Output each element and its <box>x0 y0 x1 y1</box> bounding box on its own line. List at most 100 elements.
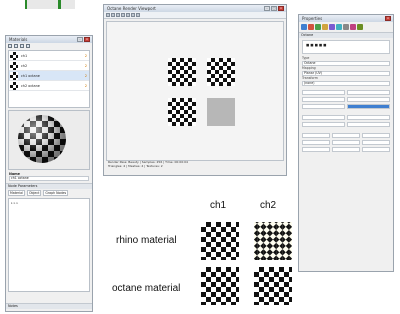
materials-panel-title: Materials <box>9 37 28 42</box>
row-label-rhino: rhino material <box>116 235 177 246</box>
material-usage-badge: 2 <box>84 73 87 78</box>
add-material-icon[interactable] <box>8 44 12 48</box>
tab-strip: Material Object Graph Nodes <box>6 189 92 197</box>
refresh-icon[interactable] <box>121 13 125 17</box>
texture-icon[interactable] <box>315 24 321 30</box>
numeric-field[interactable] <box>302 122 345 127</box>
close-button[interactable]: × <box>84 37 90 42</box>
numeric-field[interactable] <box>302 133 330 138</box>
numeric-field[interactable] <box>347 104 390 109</box>
numeric-field[interactable] <box>302 147 330 152</box>
material-list-item[interactable]: ch1 2 <box>9 51 89 61</box>
section-header[interactable]: Notes <box>6 303 92 309</box>
environment-icon[interactable] <box>336 24 342 30</box>
properties-titlebar: Properties × <box>299 15 393 22</box>
desktop-panel <box>27 0 75 9</box>
material-list-item[interactable]: ch2 2 <box>9 61 89 71</box>
viewport-status: Render Pass: Beauty | Samples: 256 | Tim… <box>106 160 284 172</box>
checker-plane <box>168 98 196 126</box>
preview-sphere <box>18 115 66 163</box>
numeric-field[interactable] <box>332 133 360 138</box>
mesh-icon[interactable] <box>343 24 349 30</box>
viewport-toolbar <box>104 12 286 19</box>
material-preview <box>8 110 90 170</box>
delete-icon[interactable] <box>20 44 24 48</box>
light-icon[interactable] <box>322 24 328 30</box>
numeric-field[interactable] <box>302 90 345 95</box>
section-header[interactable]: Octane <box>299 32 393 38</box>
close-button[interactable]: × <box>385 16 391 21</box>
material-list-item[interactable]: ch1 octane 2 <box>9 71 89 81</box>
material-swatch <box>10 71 18 80</box>
rhino-ch1-tile <box>201 222 239 260</box>
numeric-field[interactable] <box>302 97 345 102</box>
numeric-field[interactable] <box>347 97 390 102</box>
row-label-octane: octane material <box>112 283 181 294</box>
checker-plane <box>207 58 235 86</box>
numeric-field[interactable] <box>362 133 390 138</box>
tree-placeholder: ▸ ▸ ▸ <box>11 201 19 206</box>
material-usage-badge: 2 <box>84 63 87 68</box>
materials-toolbar <box>6 43 92 49</box>
viewport-title: Octane Render Viewport <box>107 6 156 11</box>
material-name-field[interactable]: ch1 octane <box>9 176 89 182</box>
numeric-field[interactable] <box>302 115 345 120</box>
material-name: ch1 octane <box>21 73 40 78</box>
render-icon[interactable] <box>329 24 335 30</box>
render-canvas[interactable] <box>106 21 284 161</box>
numeric-field[interactable] <box>362 147 390 152</box>
material-icon[interactable] <box>308 24 314 30</box>
numeric-field[interactable] <box>347 122 390 127</box>
maximize-button[interactable]: □ <box>271 6 277 11</box>
numeric-grid <box>299 90 393 109</box>
numeric-field[interactable] <box>347 115 390 120</box>
numeric-grid <box>299 115 393 127</box>
stop-icon[interactable] <box>111 13 115 17</box>
column-header-ch1: ch1 <box>210 200 227 211</box>
numeric-field[interactable] <box>347 90 390 95</box>
properties-title: Properties <box>302 16 323 21</box>
octane-ch2-tile <box>254 267 292 305</box>
numeric-field[interactable] <box>332 147 360 152</box>
pause-icon[interactable] <box>116 13 120 17</box>
materials-panel: Materials – × ch1 2 ch2 2 ch1 octane 2 ch2 o… <box>5 35 93 312</box>
material-list-item[interactable]: ch2 octane 2 <box>9 81 89 91</box>
tab-graph-nodes[interactable]: Graph Nodes <box>43 190 69 197</box>
material-name: ch1 <box>21 53 28 58</box>
desktop-divider <box>58 0 61 9</box>
material-usage-badge: 2 <box>84 83 87 88</box>
numeric-field[interactable] <box>302 104 345 109</box>
camera-icon[interactable] <box>126 13 130 17</box>
object-icon[interactable] <box>301 24 307 30</box>
settings-icon[interactable] <box>136 13 140 17</box>
render-icon[interactable] <box>106 13 110 17</box>
numeric-field[interactable] <box>362 140 390 145</box>
column-header-ch2: ch2 <box>260 200 277 211</box>
decal-icon[interactable] <box>350 24 356 30</box>
close-button[interactable]: × <box>278 6 284 11</box>
octane-ch1-tile <box>201 267 239 305</box>
minimize-button[interactable]: – <box>77 37 83 42</box>
properties-panel: Properties × Octane ■ ■ ■ ■ ■ Type Octan… <box>298 14 394 272</box>
camera-icon[interactable] <box>357 24 363 30</box>
duplicate-icon[interactable] <box>14 44 18 48</box>
property-list: ■ ■ ■ ■ ■ <box>302 40 390 54</box>
viewport-titlebar: Octane Render Viewport – □ × <box>104 5 286 12</box>
desktop-divider <box>25 0 27 9</box>
material-list: ch1 2 ch2 2 ch1 octane 2 ch2 octane 2 <box>8 50 90 108</box>
tab-material[interactable]: Material <box>8 190 25 197</box>
transform-field[interactable]: (none) <box>302 81 390 86</box>
minimize-button[interactable]: – <box>264 6 270 11</box>
properties-icon-row <box>299 22 393 32</box>
menu-icon[interactable] <box>26 44 30 48</box>
numeric-field[interactable] <box>302 140 330 145</box>
numeric-grid <box>299 133 393 152</box>
zoom-icon[interactable] <box>131 13 135 17</box>
rhino-ch2-tile <box>254 222 292 260</box>
status-line: Triangles: 4 | Meshes: 4 | Textures: 2 <box>108 164 163 168</box>
tab-object[interactable]: Object <box>26 190 42 197</box>
material-swatch <box>10 51 18 60</box>
material-name: ch2 <box>21 63 28 68</box>
numeric-field[interactable] <box>332 140 360 145</box>
material-usage-badge: 2 <box>84 53 87 58</box>
